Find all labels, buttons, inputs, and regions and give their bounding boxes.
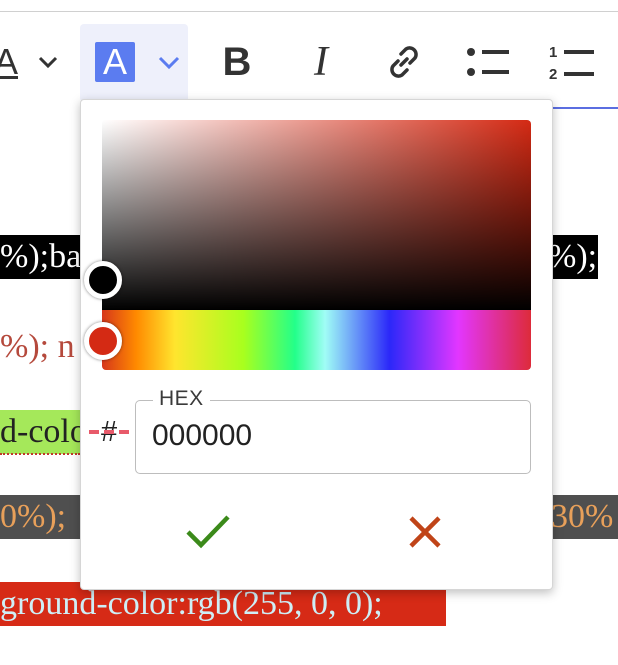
bulleted-list-button[interactable] — [462, 24, 514, 100]
hex-field[interactable] — [135, 400, 531, 474]
check-icon — [186, 515, 230, 549]
confirm-button[interactable] — [168, 497, 248, 567]
editor-line-3-left: d-colo — [0, 410, 80, 454]
text-color-dropdown[interactable] — [32, 24, 64, 100]
font-color-icon: A — [95, 42, 135, 82]
color-picker-popup: # HEX — [80, 99, 553, 590]
bulleted-list-icon — [467, 48, 509, 76]
saturation-handle[interactable] — [84, 261, 122, 299]
font-color-button[interactable]: A — [80, 24, 188, 102]
hue-slider[interactable] — [102, 310, 531, 370]
hex-label: HEX — [153, 387, 210, 411]
italic-button[interactable]: I — [298, 24, 344, 100]
link-icon — [390, 46, 418, 78]
editor-line-2-left: %); n — [0, 328, 75, 365]
text-color-button[interactable]: A — [0, 24, 24, 100]
hash-decoration — [89, 430, 133, 434]
hue-handle[interactable] — [84, 322, 122, 360]
text-color-icon: A — [0, 41, 19, 82]
top-border — [0, 11, 618, 12]
editor-line-4-left: 0%); — [0, 495, 80, 539]
italic-icon: I — [314, 39, 328, 85]
close-icon — [409, 516, 441, 548]
chevron-down-icon[interactable] — [157, 55, 181, 71]
hex-input[interactable] — [152, 415, 512, 457]
link-button[interactable] — [380, 24, 428, 100]
svg-text:2: 2 — [549, 66, 557, 82]
font-color-glyph: A — [102, 41, 127, 82]
bold-icon: B — [222, 39, 252, 84]
svg-text:1: 1 — [549, 44, 557, 61]
numbered-list-icon: 1 2 — [549, 44, 594, 82]
editor-line-1-left: %);ba — [0, 235, 80, 279]
chevron-down-icon — [38, 56, 58, 69]
spellcheck-underline — [0, 450, 80, 455]
numbered-list-button[interactable]: 1 2 — [546, 24, 598, 100]
bold-button[interactable]: B — [214, 24, 260, 100]
editor-line-4-right: 30% — [551, 495, 618, 539]
cancel-button[interactable] — [385, 497, 465, 567]
saturation-value-area[interactable] — [102, 120, 531, 310]
